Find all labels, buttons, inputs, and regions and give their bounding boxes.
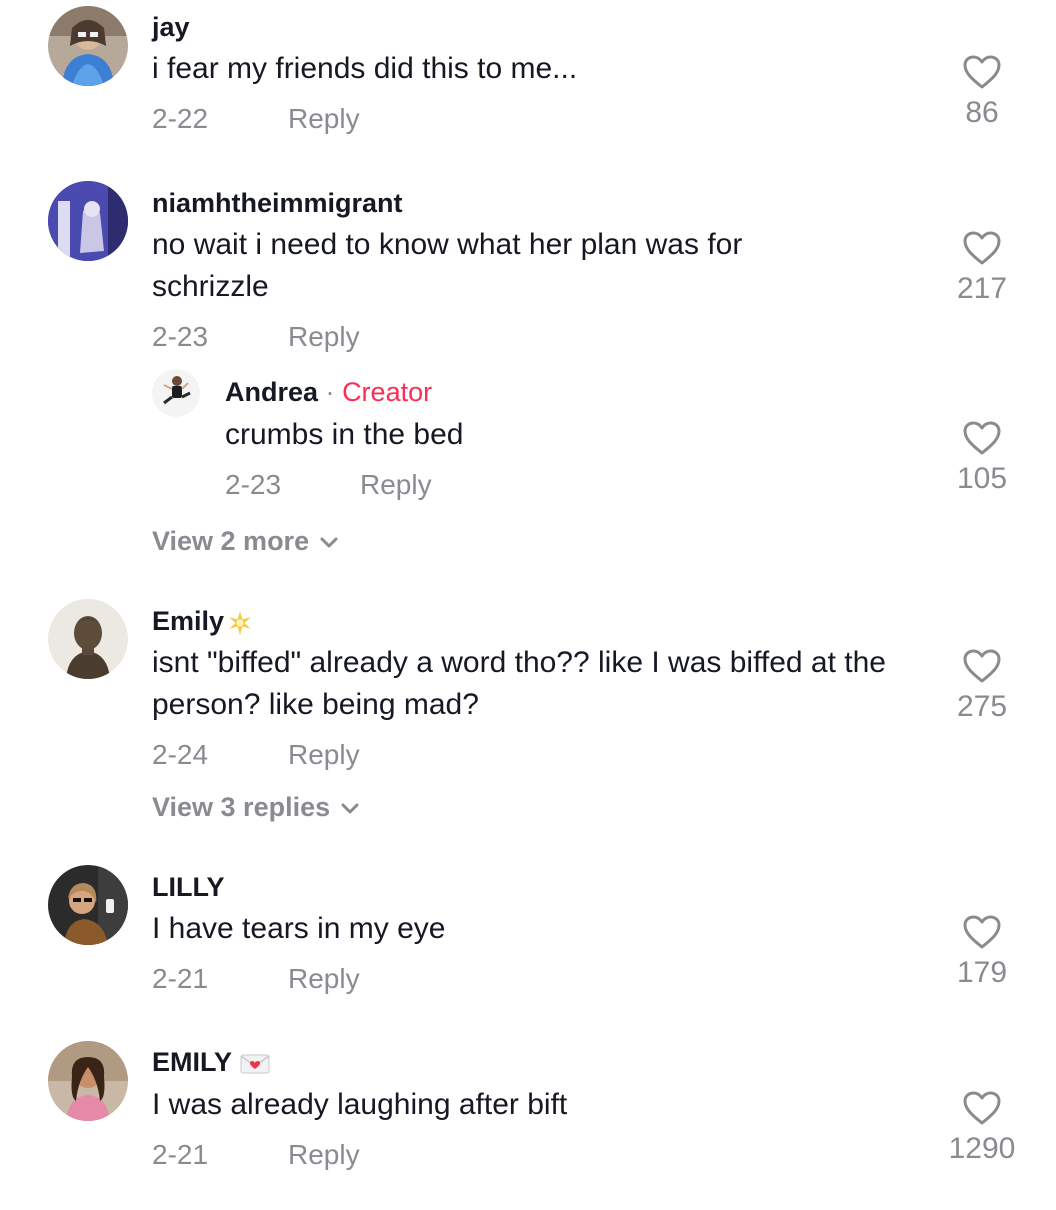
like-count: 179 [956, 956, 1008, 989]
comment-date: 2-22 [152, 103, 209, 134]
chevron-down-icon [341, 803, 359, 814]
like-button[interactable]: 217 [937, 230, 1027, 306]
username: Emily [152, 606, 254, 637]
view-more-replies-button[interactable]: View 2 more [152, 526, 339, 557]
reply-username[interactable]: Andrea [225, 377, 318, 407]
username-text[interactable]: Emily [152, 606, 224, 636]
username: EMILY [152, 1047, 270, 1078]
comment-date: 2-23 [225, 469, 282, 500]
username-text[interactable]: EMILY [152, 1047, 232, 1077]
avatar[interactable] [152, 369, 200, 417]
heart-icon[interactable] [962, 420, 1002, 456]
view-replies-button[interactable]: View 3 replies [152, 792, 360, 823]
comment-date: 2-24 [152, 739, 209, 770]
heart-icon[interactable] [962, 648, 1002, 684]
comment-text: crumbs in the bed [225, 418, 464, 451]
avatar[interactable] [48, 865, 128, 945]
username[interactable]: LILLY [152, 872, 225, 903]
comment-text: I was already laughing after bift [152, 1088, 568, 1121]
reply-button[interactable]: Reply [288, 963, 360, 995]
comment-text: i fear my friends did this to me... [152, 52, 578, 85]
comment-date: 2-21 [152, 1139, 209, 1170]
like-button[interactable]: 179 [937, 914, 1027, 990]
like-count: 275 [956, 690, 1008, 723]
like-button[interactable]: 105 [937, 420, 1027, 496]
reply-button[interactable]: Reply [288, 1139, 360, 1171]
avatar[interactable] [48, 181, 128, 261]
like-count: 86 [965, 96, 999, 129]
like-button[interactable]: 86 [937, 54, 1027, 130]
reply-button[interactable]: Reply [288, 103, 360, 135]
view-more-label: View 2 more [152, 526, 310, 556]
comment-date: 2-21 [152, 963, 209, 994]
view-more-label: View 3 replies [152, 792, 331, 822]
reply-button[interactable]: Reply [360, 469, 432, 501]
heart-icon[interactable] [962, 914, 1002, 950]
like-button[interactable]: 1290 [937, 1090, 1027, 1166]
comment-text: I have tears in my eye [152, 912, 446, 945]
sparkle-star-icon [229, 610, 252, 635]
separator-dot: · [325, 377, 335, 407]
username[interactable]: niamhtheimmigrant [152, 188, 403, 219]
username: Andrea · Creator [225, 377, 432, 408]
comment-text: no wait i need to know what her plan was… [152, 228, 743, 303]
avatar[interactable] [48, 1041, 128, 1121]
avatar[interactable] [48, 599, 128, 679]
like-count: 217 [956, 272, 1008, 305]
heart-icon[interactable] [962, 1090, 1002, 1126]
chevron-down-icon [320, 537, 338, 548]
comment-date: 2-23 [152, 321, 209, 352]
heart-icon[interactable] [962, 54, 1002, 90]
like-count: 1290 [948, 1132, 1016, 1165]
reply-button[interactable]: Reply [288, 321, 360, 353]
heart-icon[interactable] [962, 230, 1002, 266]
avatar[interactable] [48, 6, 128, 86]
love-letter-icon [240, 1054, 270, 1074]
comment-text: isnt "biffed" already a word tho?? like … [152, 646, 886, 721]
creator-badge: Creator [342, 377, 433, 407]
username[interactable]: jay [152, 12, 190, 43]
reply-button[interactable]: Reply [288, 739, 360, 771]
like-count: 105 [956, 462, 1008, 495]
like-button[interactable]: 275 [937, 648, 1027, 724]
